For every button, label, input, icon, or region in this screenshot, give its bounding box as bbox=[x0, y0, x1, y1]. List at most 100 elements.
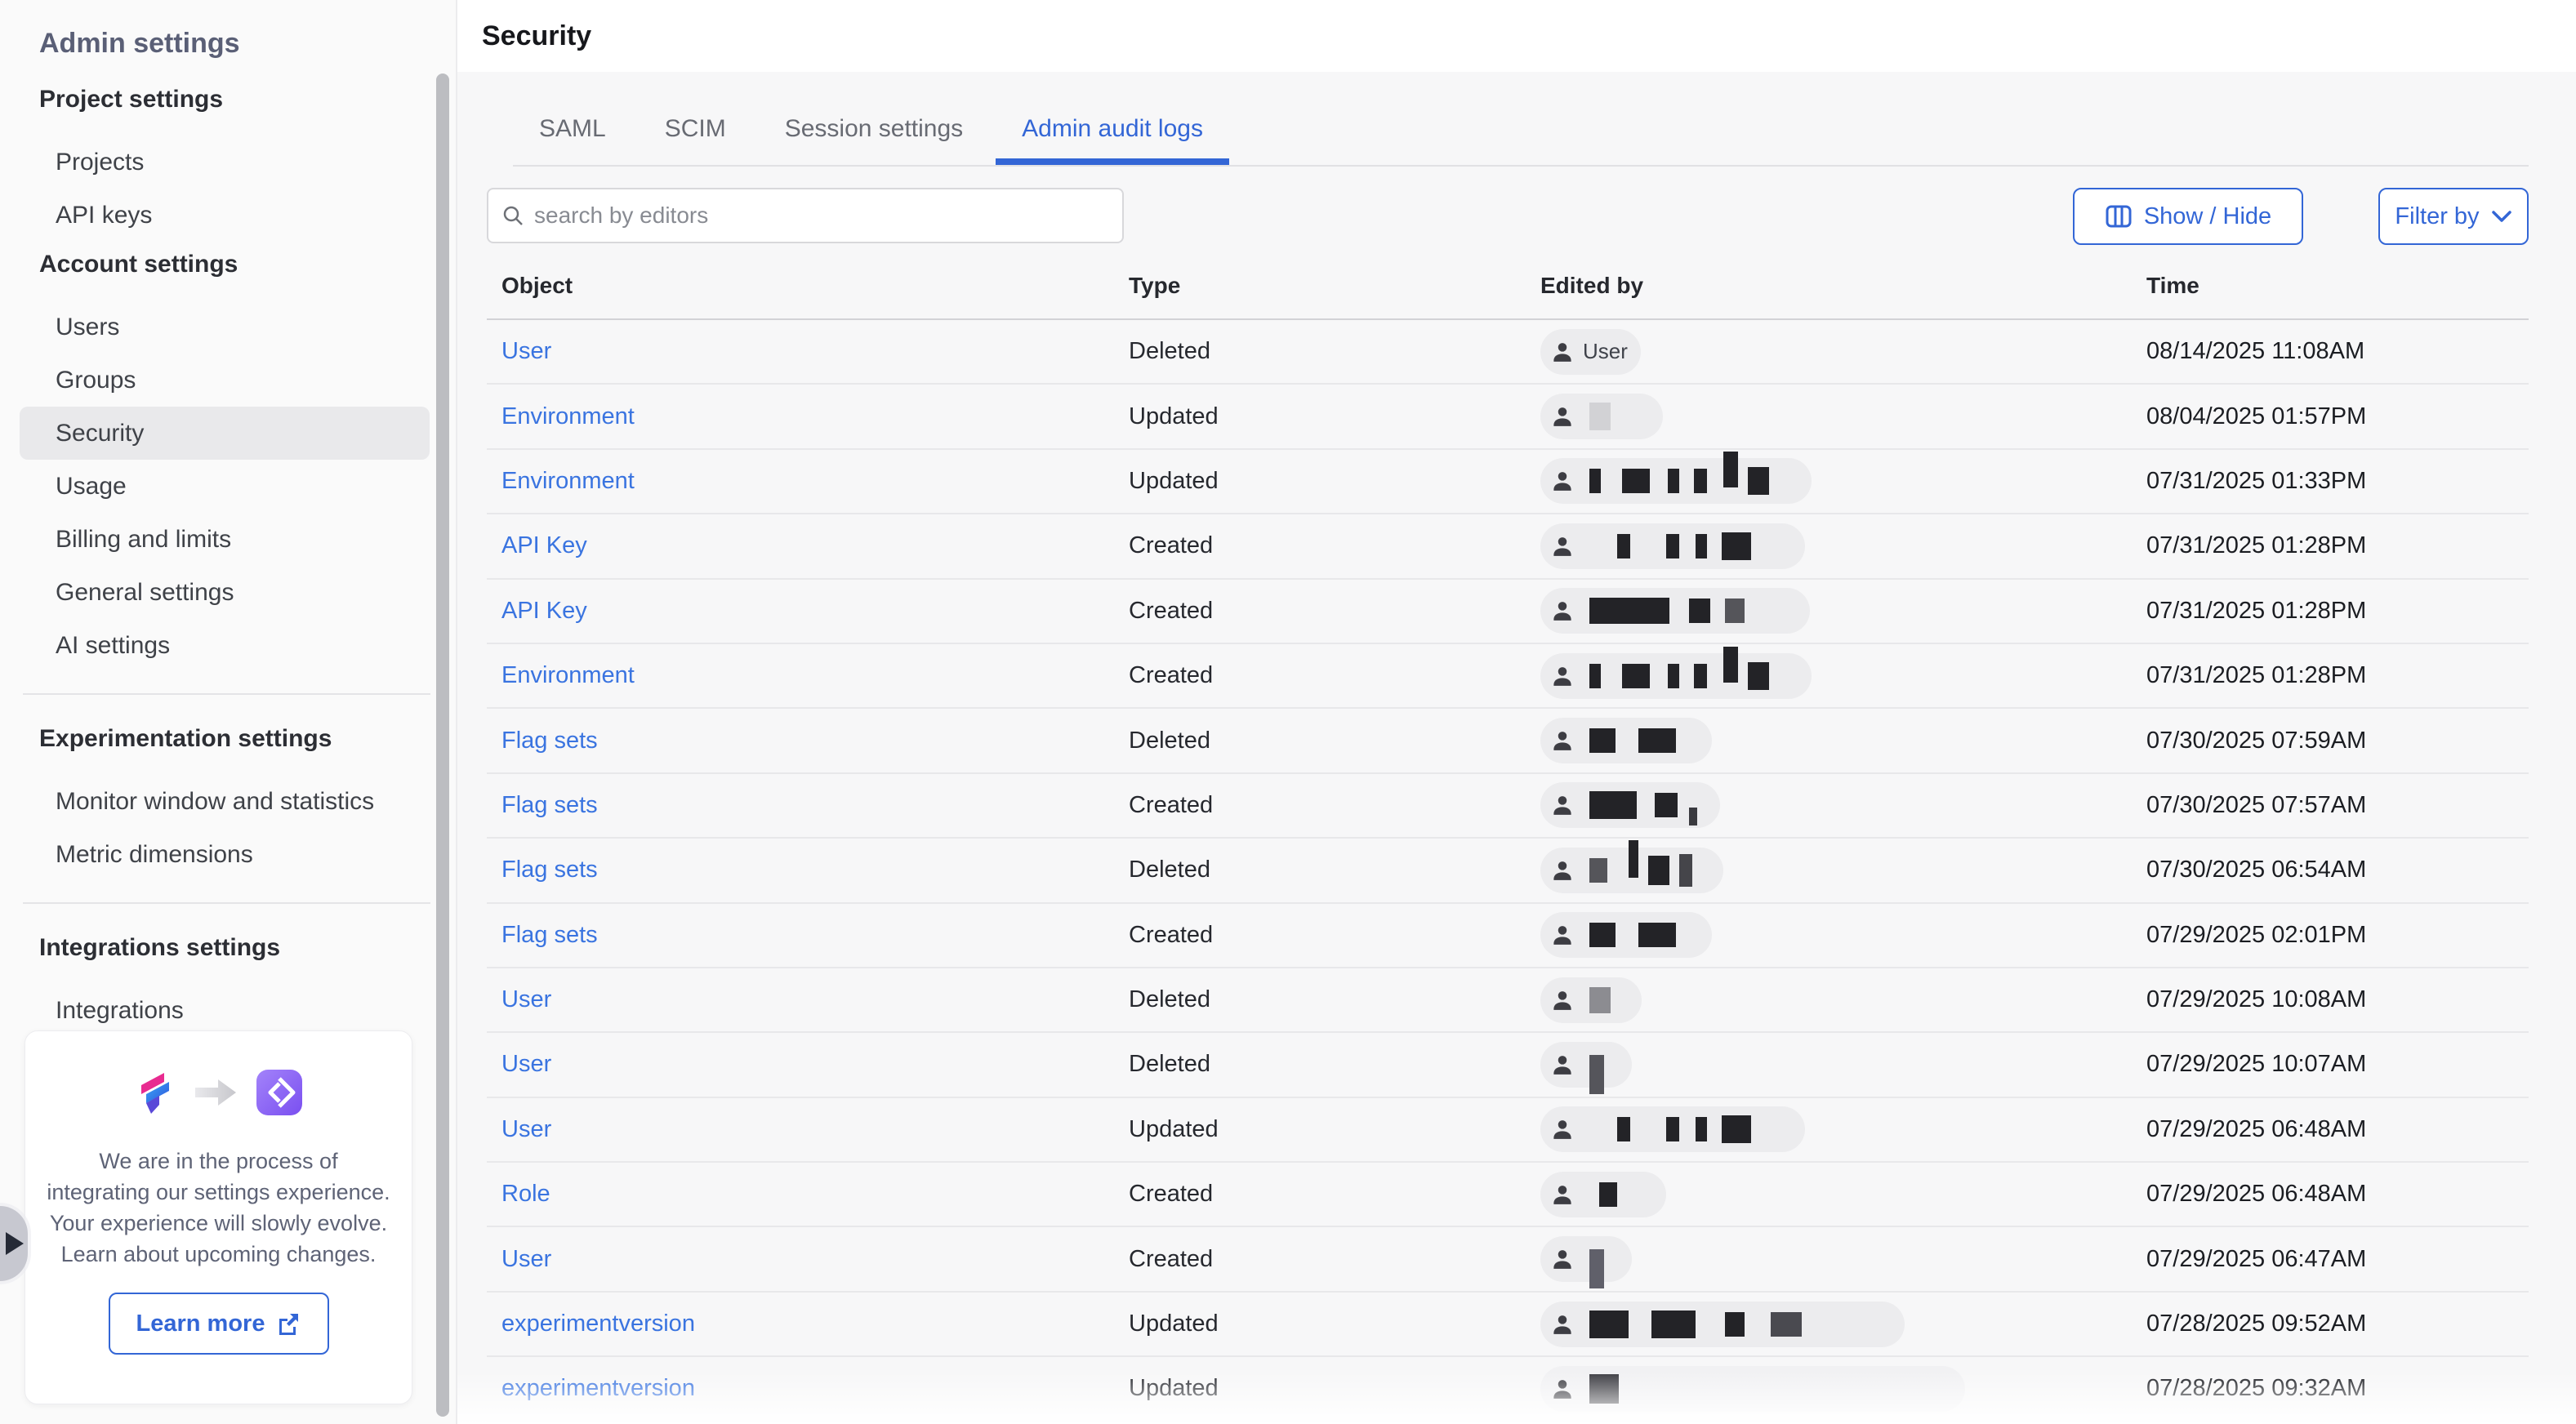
time-cell: 07/28/2025 09:32AM bbox=[2146, 1375, 2529, 1402]
sidebar-item-metric-dimensions[interactable]: Metric dimensions bbox=[0, 828, 456, 881]
person-icon bbox=[1550, 1377, 1575, 1401]
tab-bar: SAMLSCIMSession settingsAdmin audit logs bbox=[513, 96, 2529, 167]
search-input[interactable] bbox=[533, 189, 1122, 243]
filter-by-button[interactable]: Filter by bbox=[2378, 188, 2529, 245]
redacted-text-block bbox=[1589, 923, 1616, 947]
table-row: UserUpdated07/29/2025 06:48AM bbox=[487, 1098, 2529, 1163]
toolbar: Show / Hide Filter by bbox=[487, 188, 2529, 245]
redacted-text-block bbox=[1589, 469, 1601, 493]
person-icon bbox=[1550, 1247, 1575, 1271]
expand-arrow-icon bbox=[6, 1232, 24, 1255]
editor-badge bbox=[1540, 848, 1723, 893]
object-link[interactable]: Flag sets bbox=[501, 728, 598, 754]
object-link[interactable]: User bbox=[501, 338, 551, 364]
arrow-right-icon bbox=[194, 1078, 238, 1107]
editor-badge bbox=[1540, 588, 1810, 634]
search-box bbox=[487, 188, 1124, 243]
object-link[interactable]: API Key bbox=[501, 532, 587, 558]
person-icon bbox=[1550, 404, 1575, 429]
object-link[interactable]: User bbox=[501, 1051, 551, 1077]
type-cell: Updated bbox=[1129, 1375, 1540, 1402]
time-cell: 07/29/2025 06:48AM bbox=[2146, 1116, 2529, 1143]
sidebar-item-integrations[interactable]: Integrations bbox=[0, 984, 456, 1037]
object-link[interactable]: Flag sets bbox=[501, 857, 598, 883]
table-row: UserDeletedUser08/14/2025 11:08AM bbox=[487, 320, 2529, 385]
object-link[interactable]: experimentversion bbox=[501, 1375, 695, 1401]
tab-scim[interactable]: SCIM bbox=[639, 96, 752, 165]
redacted-text-block bbox=[1589, 598, 1669, 624]
sidebar-item-general-settings[interactable]: General settings bbox=[0, 566, 456, 619]
table-row: EnvironmentCreated07/31/2025 01:28PM bbox=[487, 644, 2529, 709]
sidebar-nav: Project settingsProjectsAPI keysAccount … bbox=[0, 77, 456, 1037]
sidebar-item-security[interactable]: Security bbox=[20, 407, 430, 460]
redacted-text-block bbox=[1723, 452, 1738, 487]
tab-saml[interactable]: SAML bbox=[513, 96, 632, 165]
sidebar-item-api-keys[interactable]: API keys bbox=[0, 189, 456, 242]
person-icon bbox=[1550, 599, 1575, 623]
sidebar-item-billing-and-limits[interactable]: Billing and limits bbox=[0, 513, 456, 566]
sidebar-item-monitor-window-and-statistics[interactable]: Monitor window and statistics bbox=[0, 775, 456, 828]
type-cell: Deleted bbox=[1129, 1051, 1540, 1078]
sidebar-item-groups[interactable]: Groups bbox=[0, 354, 456, 407]
learn-more-button[interactable]: Learn more bbox=[109, 1293, 329, 1355]
object-link[interactable]: Environment bbox=[501, 403, 635, 429]
editor-badge bbox=[1540, 1366, 1965, 1412]
sidebar-item-usage[interactable]: Usage bbox=[0, 460, 456, 513]
time-cell: 07/30/2025 07:57AM bbox=[2146, 792, 2529, 819]
object-link[interactable]: Environment bbox=[501, 468, 635, 494]
object-link[interactable]: User bbox=[501, 986, 551, 1012]
sidebar-item-users[interactable]: Users bbox=[0, 300, 456, 354]
content-area: SAMLSCIMSession settingsAdmin audit logs bbox=[457, 72, 2576, 1424]
show-hide-button[interactable]: Show / Hide bbox=[2073, 188, 2303, 245]
redacted-text-block bbox=[1666, 1117, 1679, 1141]
redacted-text-block bbox=[1617, 534, 1630, 558]
table-row: UserDeleted07/29/2025 10:08AM bbox=[487, 968, 2529, 1033]
object-link[interactable]: Flag sets bbox=[501, 792, 598, 818]
type-cell: Deleted bbox=[1129, 338, 1540, 365]
time-cell: 07/29/2025 06:47AM bbox=[2146, 1246, 2529, 1273]
table-row: User Deleted 07/29/2025 10:07AM bbox=[487, 1033, 2529, 1097]
chevron-down-icon bbox=[2491, 210, 2512, 223]
redacted-text-block bbox=[1589, 728, 1616, 753]
object-link[interactable]: User bbox=[501, 1116, 551, 1142]
editor-badge bbox=[1540, 653, 1812, 699]
object-link[interactable]: User bbox=[501, 1246, 551, 1272]
object-link[interactable]: Role bbox=[501, 1181, 550, 1207]
sidebar-item-ai-settings[interactable]: AI settings bbox=[0, 619, 456, 672]
show-hide-label: Show / Hide bbox=[2144, 203, 2271, 230]
sidebar-item-projects[interactable]: Projects bbox=[0, 136, 456, 189]
object-link[interactable]: API Key bbox=[501, 598, 587, 624]
page-title: Security bbox=[457, 0, 2576, 72]
time-cell: 07/29/2025 10:07AM bbox=[2146, 1051, 2529, 1078]
table-row: Flag setsCreated07/30/2025 07:57AM bbox=[487, 774, 2529, 839]
redacted-text-block bbox=[1668, 664, 1679, 688]
tab-admin-audit-logs[interactable]: Admin audit logs bbox=[996, 96, 1229, 165]
type-cell: Created bbox=[1129, 1181, 1540, 1208]
editor-badge bbox=[1540, 1236, 1632, 1282]
time-cell: 07/31/2025 01:28PM bbox=[2146, 598, 2529, 625]
redacted-text-block bbox=[1689, 808, 1697, 825]
table-row: EnvironmentUpdated07/31/2025 01:33PM bbox=[487, 450, 2529, 514]
time-cell: 07/29/2025 06:48AM bbox=[2146, 1181, 2529, 1208]
object-link[interactable]: Environment bbox=[501, 662, 635, 688]
editor-badge bbox=[1540, 523, 1805, 569]
redacted-text-block bbox=[1622, 469, 1650, 493]
person-icon bbox=[1550, 664, 1575, 688]
redacted-text-block bbox=[1589, 1374, 1619, 1404]
table-row: experimentversion Updated 07/28/2025 09:32… bbox=[487, 1357, 2529, 1422]
redacted-text-block bbox=[1589, 664, 1601, 688]
table-row: UserCreated07/29/2025 06:47AM bbox=[487, 1227, 2529, 1292]
learn-more-label: Learn more bbox=[136, 1311, 265, 1337]
redacted-text-block bbox=[1694, 469, 1707, 493]
redacted-text-block bbox=[1722, 532, 1751, 560]
tab-session-settings[interactable]: Session settings bbox=[759, 96, 989, 165]
object-link[interactable]: Flag sets bbox=[501, 922, 598, 948]
sidebar-section-header: Account settings bbox=[0, 242, 456, 287]
person-icon bbox=[1550, 1312, 1575, 1337]
redacted-text-block bbox=[1689, 599, 1710, 623]
table-row: API KeyCreated07/31/2025 01:28PM bbox=[487, 514, 2529, 579]
sidebar-scrollbar-thumb[interactable] bbox=[436, 73, 449, 1417]
audit-log-table: ObjectTypeEdited byTime UserDeletedUser0… bbox=[487, 253, 2529, 1424]
object-link[interactable]: experimentversion bbox=[501, 1311, 695, 1337]
sidebar-section-header: Integrations settings bbox=[0, 925, 456, 971]
